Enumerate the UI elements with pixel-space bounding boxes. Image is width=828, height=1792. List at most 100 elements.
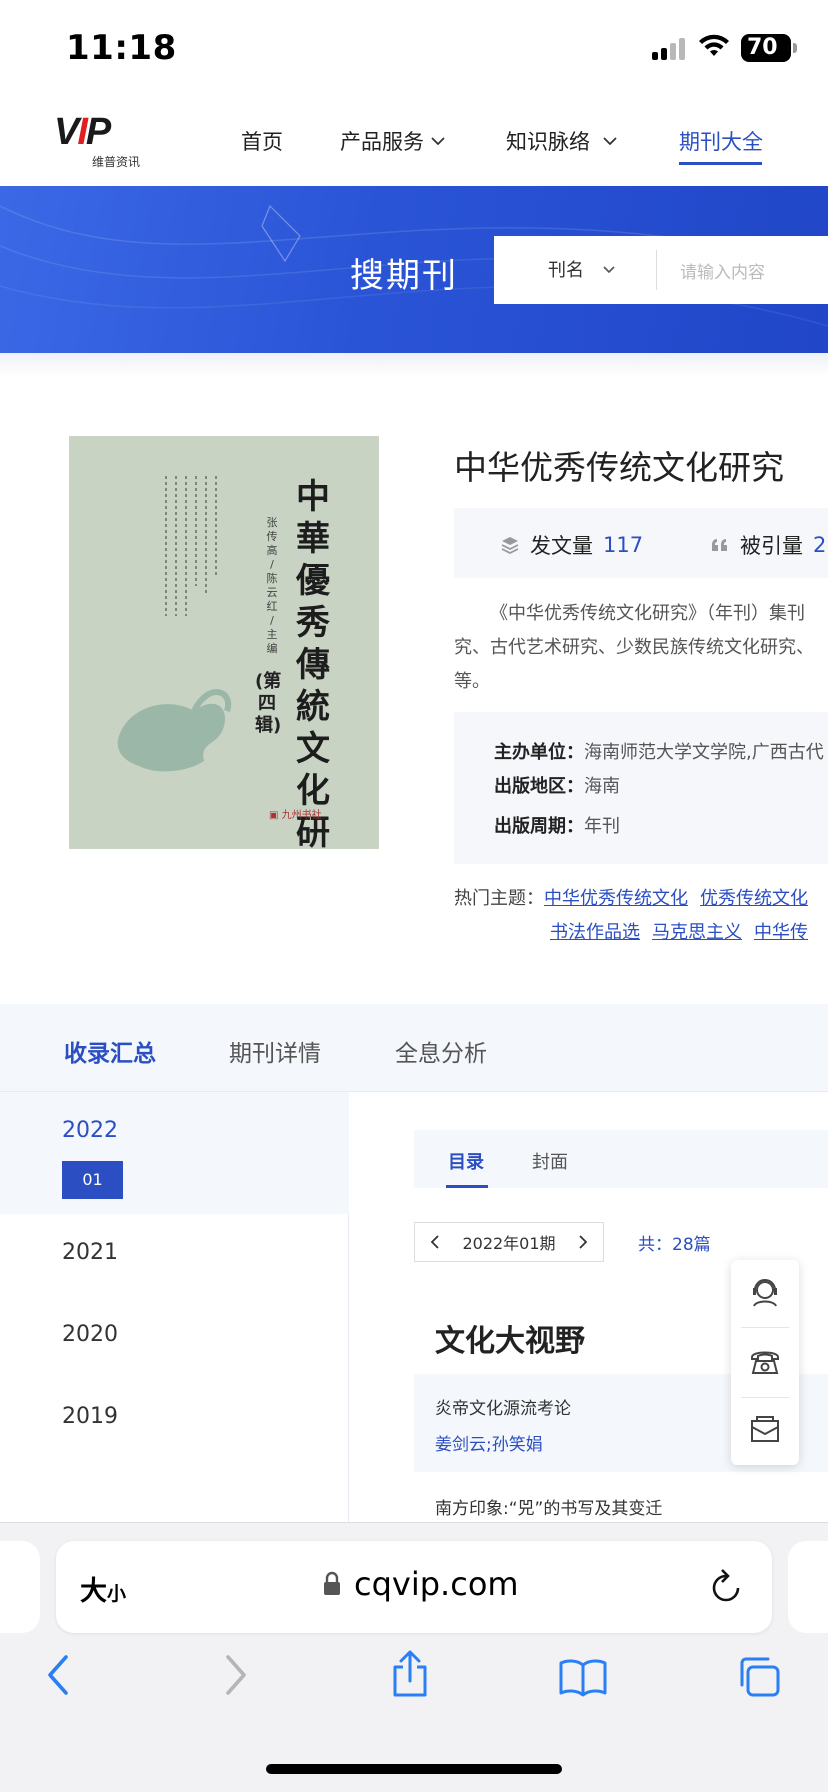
search-field-label: 刊名 — [548, 260, 584, 281]
year-list: 2022 01 2021 2020 2019 — [0, 1092, 349, 1522]
meta-value: 海南师范大学文学院,广西古代 — [584, 742, 824, 763]
status-time: 11:18 — [66, 28, 177, 68]
float-separator — [741, 1397, 789, 1398]
text-size-small: 小 — [107, 1583, 127, 1605]
year-item-2022[interactable]: 2022 — [62, 1118, 118, 1143]
nav-knowledge[interactable]: 知识脉络 — [506, 126, 618, 156]
chevron-down-icon — [603, 265, 615, 273]
hot-topics-label: 热门主题： — [454, 888, 544, 909]
article-title[interactable]: 炎帝文化源流考论 — [435, 1394, 571, 1419]
hot-topic-link[interactable]: 书法作品选 — [550, 922, 640, 943]
article-title[interactable]: 南方印象:“兕”的书写及其变迁 — [435, 1494, 662, 1519]
cover-volume: (第四辑) — [255, 671, 282, 736]
url-text[interactable]: cqvip.com — [354, 1565, 519, 1603]
description-line: 等。 — [454, 671, 490, 692]
year-item-2021[interactable]: 2021 — [62, 1240, 118, 1265]
text-size-button[interactable]: 大小 — [80, 1569, 126, 1608]
citations-count: 被引量 2 — [710, 530, 826, 560]
meta-value: 年刊 — [584, 816, 620, 837]
message-icon[interactable] — [748, 1413, 782, 1447]
logo-subtitle: 维普资讯 — [92, 155, 141, 169]
journal-meta: 主办单位：海南师范大学文学院,广西古代 出版地区：海南 出版周期：年刊 — [454, 712, 828, 864]
banner-title: 搜期刊 — [350, 256, 458, 296]
section-heading: 文化大视野 — [435, 1324, 585, 1359]
next-tab-preview[interactable] — [788, 1541, 828, 1633]
hot-topic-link[interactable]: 中华传 — [754, 922, 808, 943]
article-total: 共：28篇 — [638, 1235, 711, 1255]
share-icon[interactable] — [389, 1649, 431, 1699]
chevron-left-icon[interactable] — [429, 1234, 441, 1250]
forward-icon[interactable] — [222, 1653, 250, 1697]
year-item-2020[interactable]: 2020 — [62, 1322, 118, 1347]
previous-tab-preview[interactable] — [0, 1541, 40, 1633]
subtab-cover[interactable]: 封面 — [532, 1148, 568, 1174]
article-authors[interactable]: 姜剑云;孙笑娟 — [435, 1430, 543, 1455]
hot-topic-link[interactable]: 优秀传统文化 — [700, 888, 808, 909]
phone-icon[interactable] — [748, 1345, 782, 1379]
text-size-large: 大 — [80, 1576, 107, 1607]
search-input[interactable]: 请输入内容 — [680, 258, 765, 283]
description-line: 究、古代艺术研究、少数民族传统文化研究、 — [454, 637, 814, 658]
layers-icon — [501, 537, 519, 555]
meta-region: 出版地区：海南 — [494, 772, 620, 798]
address-bar[interactable]: 大小 cqvip.com — [56, 1541, 772, 1633]
cellular-signal-icon — [652, 36, 685, 60]
journal-description: 《中华优秀传统文化研究》（年刊）集刊 究、古代艺术研究、少数民族传统文化研究、 … — [454, 597, 828, 699]
articles-value: 117 — [603, 533, 644, 557]
tab-summary[interactable]: 收录汇总 — [64, 1034, 156, 1068]
meta-key: 出版周期： — [494, 816, 584, 837]
search-banner: 搜期刊 刊名 请输入内容 — [0, 186, 828, 353]
journal-title: 中华优秀传统文化研究 — [454, 448, 784, 487]
cover-publisher-mark: ▣ 九州书社 — [269, 810, 322, 821]
chevron-down-icon — [603, 137, 617, 146]
vip-logo[interactable]: VIP 维普资讯 — [54, 113, 164, 169]
nav-products-label: 产品服务 — [340, 130, 424, 154]
nav-journals-label: 期刊大全 — [679, 130, 763, 154]
site-header: VIP 维普资讯 首页 产品服务 知识脉络 期刊大全 — [0, 100, 828, 186]
quote-icon — [712, 539, 727, 551]
bookmarks-icon[interactable] — [558, 1657, 608, 1697]
back-icon[interactable] — [44, 1653, 72, 1697]
cover-calligraphy-title: 中華優秀傳統文化研究 — [296, 477, 330, 849]
float-separator — [741, 1327, 789, 1328]
meta-frequency: 出版周期：年刊 — [494, 812, 620, 838]
subtab-toc[interactable]: 目录 — [448, 1148, 484, 1174]
nav-home-label: 首页 — [241, 130, 283, 154]
nav-home[interactable]: 首页 — [241, 126, 283, 156]
nav-knowledge-label: 知识脉络 — [506, 130, 590, 154]
pager-label: 2022年01期 — [462, 1234, 556, 1253]
wifi-icon — [699, 34, 729, 56]
cover-editors: 张传高 / 陈云红 / 主编 — [266, 516, 278, 655]
meta-value: 海南 — [584, 776, 620, 797]
lock-icon — [324, 1571, 340, 1595]
tab-details[interactable]: 期刊详情 — [229, 1034, 321, 1068]
chevron-right-icon[interactable] — [577, 1234, 589, 1250]
hot-topic-link[interactable]: 中华优秀传统文化 — [544, 888, 688, 909]
cover-tiger-emblem — [117, 689, 232, 772]
search-divider — [656, 250, 657, 290]
battery-icon: 70 — [741, 34, 791, 62]
description-line: 《中华优秀传统文化研究》（年刊）集刊 — [490, 603, 805, 624]
status-bar: 11:18 70 — [0, 0, 828, 100]
citations-label: 被引量 — [740, 534, 803, 558]
tab-analysis[interactable]: 全息分析 — [395, 1034, 487, 1068]
hot-topic-link[interactable]: 马克思主义 — [652, 922, 742, 943]
nav-products[interactable]: 产品服务 — [340, 126, 446, 156]
issue-button-01[interactable]: 01 — [62, 1161, 123, 1199]
battery-cap — [793, 43, 797, 53]
citations-value: 2 — [813, 533, 827, 557]
tabs-icon[interactable] — [736, 1655, 782, 1699]
meta-key: 出版地区： — [494, 776, 584, 797]
year-item-2019[interactable]: 2019 — [62, 1404, 118, 1429]
floating-toolbar — [731, 1260, 799, 1465]
meta-key: 主办单位： — [494, 742, 584, 763]
customer-service-icon[interactable] — [748, 1276, 782, 1310]
browser-toolbar: 大小 cqvip.com — [0, 1522, 828, 1792]
reload-icon[interactable] — [708, 1567, 744, 1605]
nav-journals[interactable]: 期刊大全 — [679, 126, 763, 156]
hot-topics: 热门主题：中华优秀传统文化 优秀传统文化 书法作品选 马克思主义 中华传 — [454, 884, 828, 954]
articles-count: 发文量 117 — [500, 530, 643, 560]
subtab-active-indicator — [446, 1185, 488, 1188]
nav-active-indicator — [679, 162, 762, 165]
search-field-select[interactable]: 刊名 — [548, 256, 616, 282]
